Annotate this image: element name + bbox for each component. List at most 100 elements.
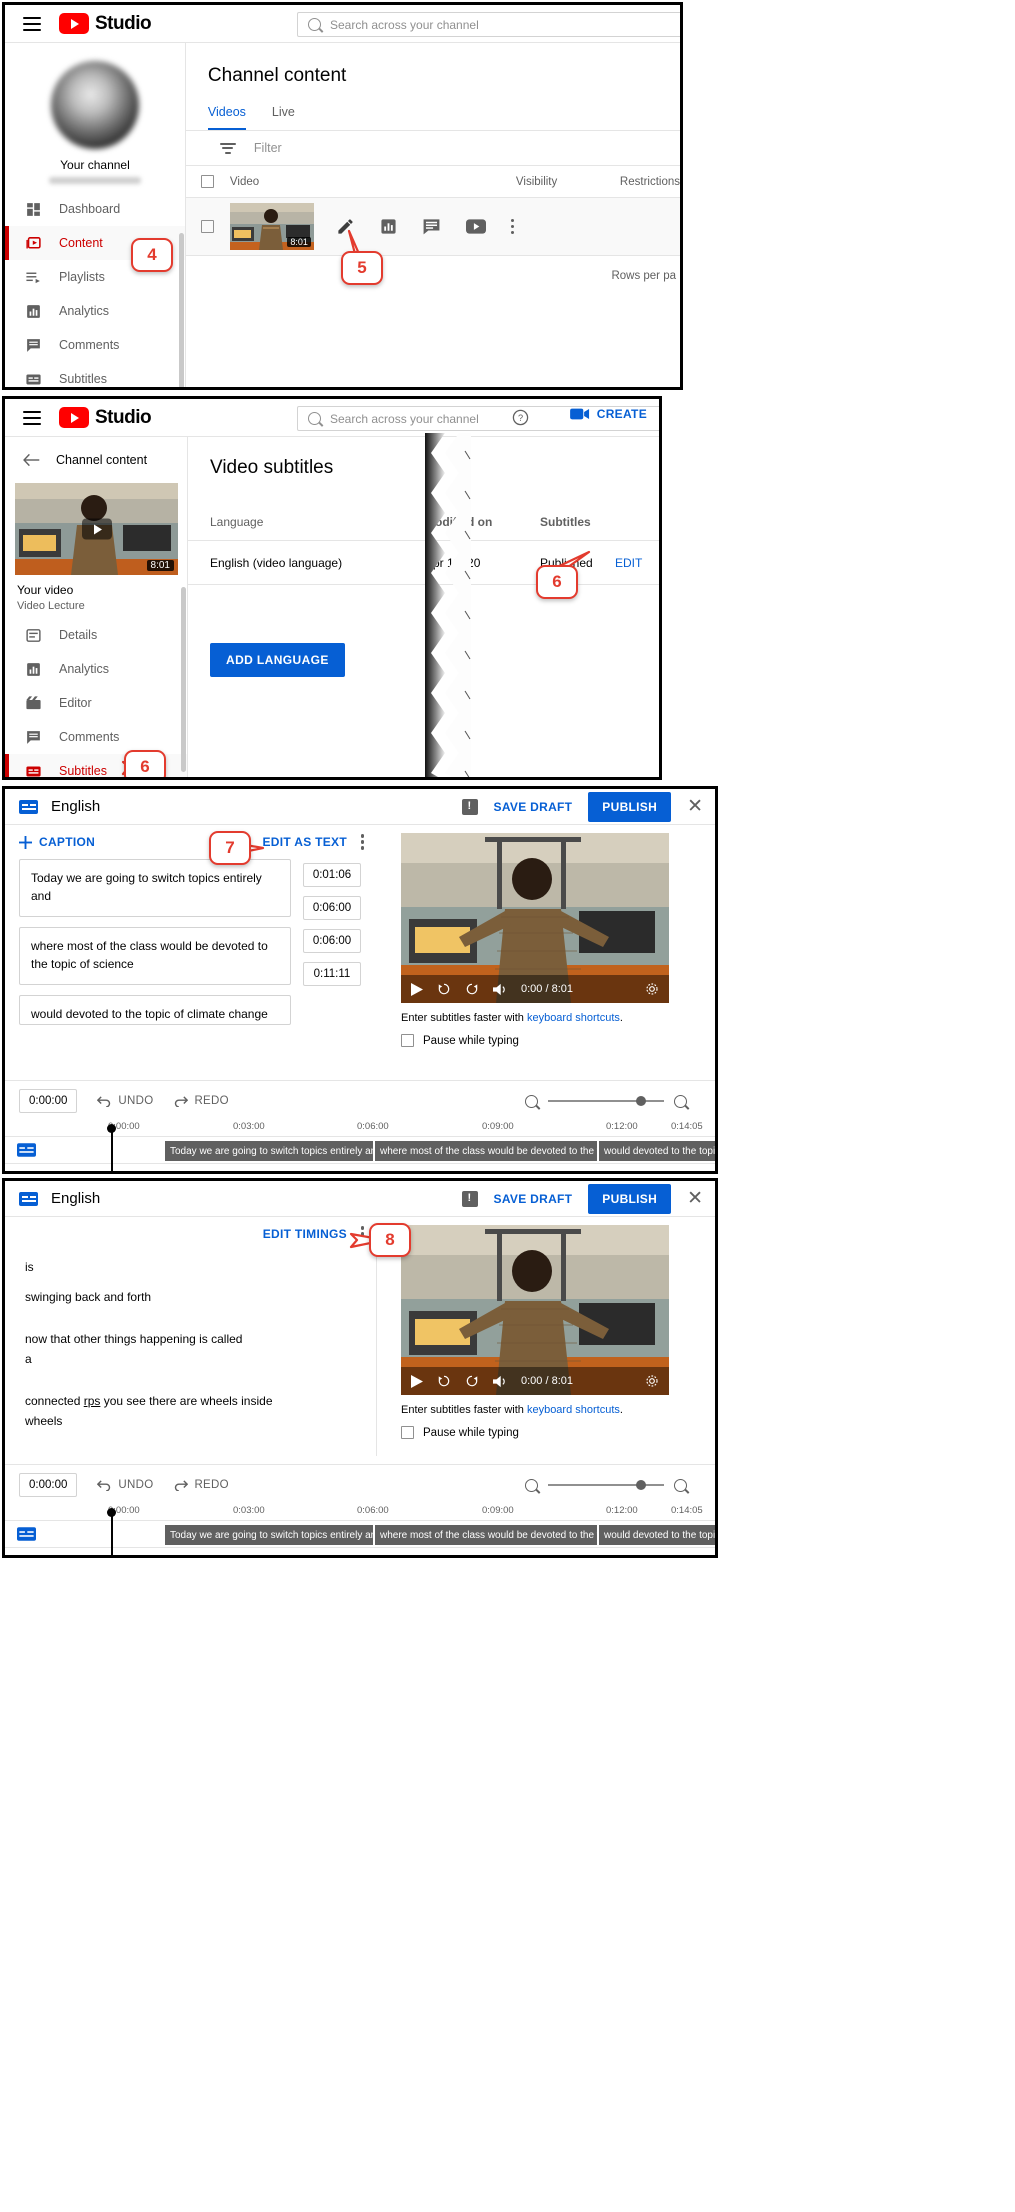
rewind-icon[interactable] xyxy=(437,982,451,996)
current-time-field[interactable]: 0:00:00 xyxy=(19,1089,78,1113)
video-preview[interactable]: 0:00 / 8:01 xyxy=(401,833,669,1003)
timeline-cue-2[interactable]: would devoted to the topic o xyxy=(599,1525,715,1545)
back-to-channel-content[interactable]: Channel content xyxy=(5,437,187,483)
create-button[interactable]: CREATE xyxy=(569,407,647,421)
edit-as-text-button[interactable]: EDIT AS TEXT xyxy=(263,835,348,849)
volume-icon[interactable] xyxy=(493,1375,507,1388)
hamburger-icon[interactable] xyxy=(23,16,41,31)
zoom-in-icon[interactable] xyxy=(674,1478,687,1492)
timeline-cue-0[interactable]: Today we are going to switch topics enti… xyxy=(165,1525,373,1545)
help-icon[interactable]: ? xyxy=(512,409,529,429)
more-vertical-icon[interactable] xyxy=(510,218,515,235)
video-preview[interactable]: 0:00 / 8:01 xyxy=(401,1225,669,1395)
play-icon[interactable] xyxy=(411,1374,423,1388)
sidebar-item-dashboard[interactable]: Dashboard xyxy=(5,192,185,226)
current-time-field[interactable]: 0:00:00 xyxy=(19,1473,78,1497)
rewind-icon[interactable] xyxy=(437,1374,451,1388)
select-all-checkbox[interactable] xyxy=(201,175,215,188)
table-row[interactable]: 8:01 Unlis... Made for kids xyxy=(185,198,680,256)
filter-bar[interactable]: Filter xyxy=(185,131,680,166)
player-controls[interactable]: 0:00 / 8:01 xyxy=(401,975,669,1003)
zoom-slider-knob[interactable] xyxy=(636,1096,646,1106)
row-checkbox[interactable] xyxy=(201,220,215,233)
close-icon[interactable]: ✕ xyxy=(687,1189,703,1208)
zoom-out-icon[interactable] xyxy=(525,1478,538,1492)
sidebar-item-subtitles[interactable]: Subtitles xyxy=(5,362,185,387)
volume-icon[interactable] xyxy=(493,983,507,996)
player-controls[interactable]: 0:00 / 8:01 xyxy=(401,1367,669,1395)
close-icon[interactable]: ✕ xyxy=(687,797,703,816)
undo-button[interactable]: UNDO xyxy=(97,1095,153,1107)
play-icon[interactable] xyxy=(411,982,423,996)
zoom-slider[interactable] xyxy=(548,1096,664,1106)
caption-text-0[interactable]: Today we are going to switch topics enti… xyxy=(19,859,291,917)
save-draft-button[interactable]: SAVE DRAFT xyxy=(494,1192,573,1206)
search-input[interactable]: Search across your channel xyxy=(297,12,680,37)
forward-icon[interactable] xyxy=(465,1374,479,1388)
play-overlay-icon[interactable] xyxy=(81,518,112,540)
undo-button[interactable]: UNDO xyxy=(97,1479,153,1491)
sidebar-item-analytics[interactable]: Analytics xyxy=(5,652,187,686)
settings-gear-icon[interactable] xyxy=(645,1374,659,1388)
sidebar-scrollbar[interactable] xyxy=(181,587,186,772)
keyboard-shortcuts-link[interactable]: keyboard shortcuts xyxy=(527,1012,620,1024)
hamburger-icon[interactable] xyxy=(23,410,41,425)
tab-live[interactable]: Live xyxy=(272,105,295,130)
pause-while-typing-checkbox[interactable] xyxy=(401,1426,414,1439)
analytics-icon[interactable] xyxy=(380,218,397,235)
caption-start-0[interactable]: 0:01:06 xyxy=(303,863,361,887)
sidebar-label: Analytics xyxy=(59,662,110,676)
sidebar-item-comments[interactable]: Comments xyxy=(5,720,187,754)
caption-end-1[interactable]: 0:11:11 xyxy=(303,962,361,986)
timeline-playhead[interactable] xyxy=(108,1508,115,1555)
edit-subtitles-link[interactable]: EDIT xyxy=(615,556,642,570)
zoom-control[interactable] xyxy=(525,1478,701,1492)
timeline-cue-1[interactable]: where most of the class would be devoted… xyxy=(375,1525,597,1545)
sidebar-item-comments[interactable]: Comments xyxy=(5,328,185,362)
caption-end-0[interactable]: 0:06:00 xyxy=(303,896,361,920)
settings-gear-icon[interactable] xyxy=(645,982,659,996)
publish-button[interactable]: PUBLISH xyxy=(588,1183,672,1214)
caption-list-column: CAPTION EDIT AS TEXT Today we are going … xyxy=(5,825,377,1080)
keyboard-shortcuts-link[interactable]: keyboard shortcuts xyxy=(527,1404,620,1416)
caption-toolbar: EDIT TIMINGS xyxy=(5,1217,377,1251)
pause-while-typing-row[interactable]: Pause while typing xyxy=(401,1426,703,1439)
sidebar-item-editor[interactable]: Editor xyxy=(5,686,187,720)
timeline-cue-1[interactable]: where most of the class would be devoted… xyxy=(375,1141,597,1161)
save-draft-button[interactable]: SAVE DRAFT xyxy=(494,800,573,814)
forward-icon[interactable] xyxy=(465,982,479,996)
youtube-play-icon[interactable] xyxy=(465,219,486,234)
comments-icon[interactable] xyxy=(422,217,441,236)
caption-text-2[interactable]: would devoted to the topic of climate ch… xyxy=(19,995,291,1025)
more-vertical-icon[interactable] xyxy=(361,834,365,850)
col-visibility: Visibility xyxy=(515,175,558,188)
caption-text-1[interactable]: where most of the class would be devoted… xyxy=(19,927,291,985)
subtitle-textarea[interactable]: is swinging back and forth now that othe… xyxy=(5,1251,377,1456)
pause-while-typing-row[interactable]: Pause while typing xyxy=(401,1034,703,1047)
zoom-control[interactable] xyxy=(525,1094,701,1108)
edit-timings-button[interactable]: EDIT TIMINGS xyxy=(263,1227,347,1241)
studio-logo[interactable]: Studio xyxy=(59,407,152,429)
zoom-slider-knob[interactable] xyxy=(636,1480,646,1490)
video-thumbnail[interactable]: 8:01 xyxy=(229,203,314,250)
comments-icon xyxy=(27,338,40,352)
pause-while-typing-checkbox[interactable] xyxy=(401,1034,414,1047)
sidebar-scrollbar[interactable] xyxy=(178,233,184,387)
studio-logo[interactable]: Studio xyxy=(59,13,152,35)
zoom-slider[interactable] xyxy=(548,1480,664,1490)
sidebar-item-analytics[interactable]: Analytics xyxy=(5,294,185,328)
add-caption-button[interactable]: CAPTION xyxy=(19,835,95,849)
redo-button[interactable]: REDO xyxy=(173,1095,229,1107)
timeline-playhead[interactable] xyxy=(108,1124,115,1171)
tab-videos[interactable]: Videos xyxy=(207,105,246,130)
video-thumbnail[interactable]: 8:01 xyxy=(15,483,178,575)
redo-button[interactable]: REDO xyxy=(173,1479,229,1491)
zoom-in-icon[interactable] xyxy=(674,1094,687,1108)
add-language-button[interactable]: ADD LANGUAGE xyxy=(210,643,345,677)
sidebar-item-details[interactable]: Details xyxy=(5,618,187,652)
timeline-cue-0[interactable]: Today we are going to switch topics enti… xyxy=(165,1141,373,1161)
timeline-cue-2[interactable]: would devoted to the topic xyxy=(599,1141,715,1161)
zoom-out-icon[interactable] xyxy=(525,1094,538,1108)
publish-button[interactable]: PUBLISH xyxy=(588,791,672,822)
caption-start-1[interactable]: 0:06:00 xyxy=(303,929,361,953)
